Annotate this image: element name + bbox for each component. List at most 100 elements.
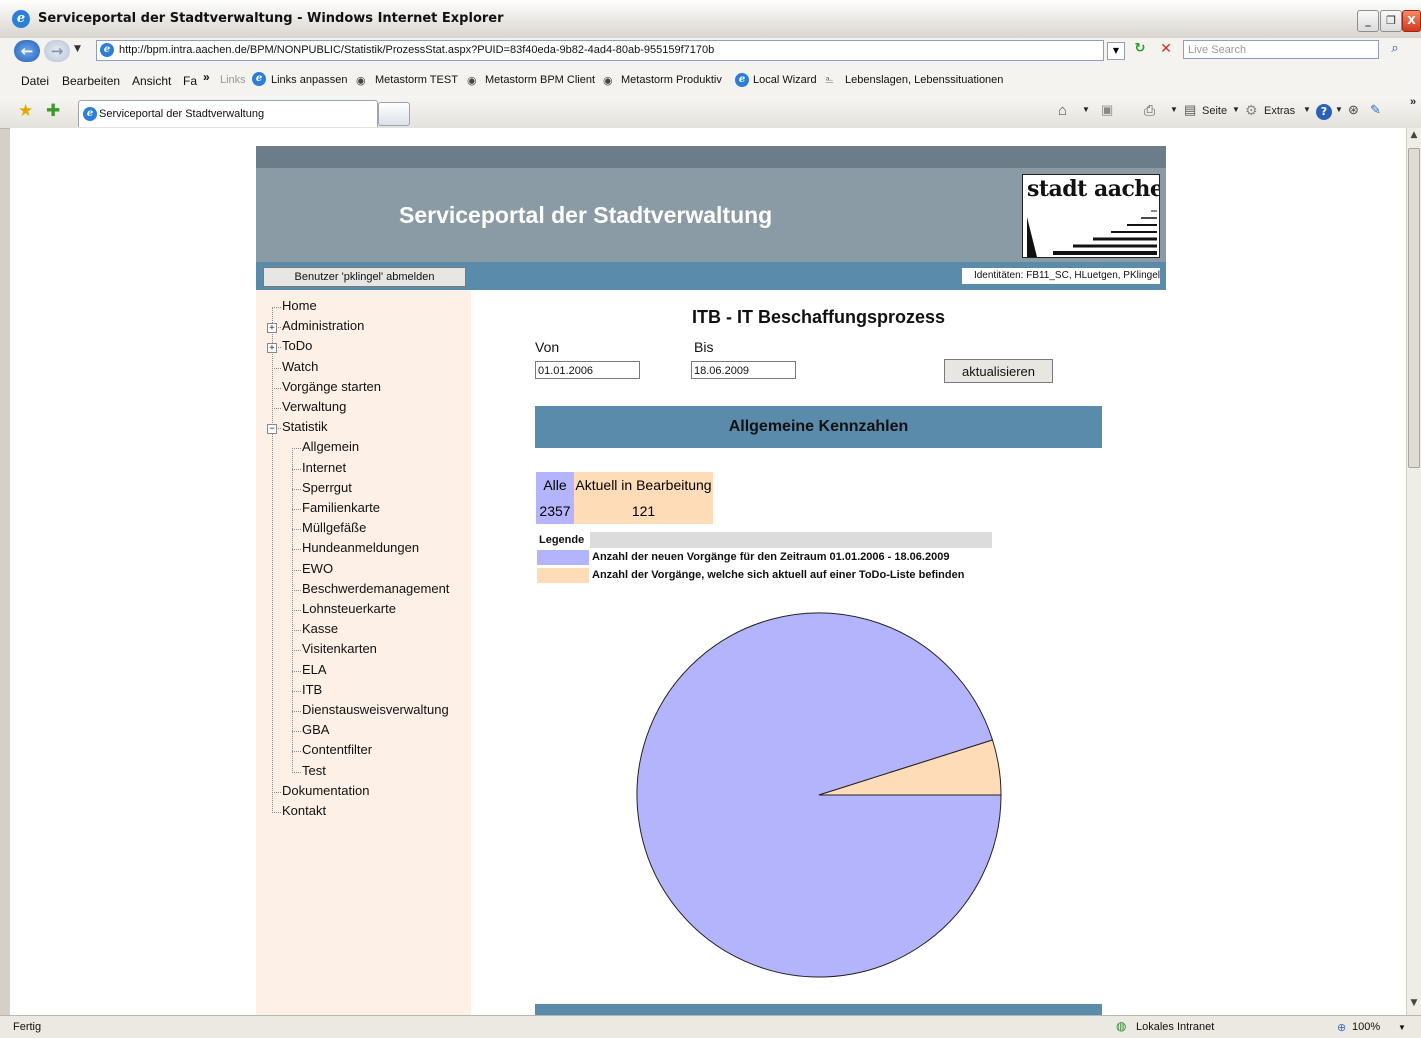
close-button[interactable]: X	[1402, 10, 1421, 32]
browser-viewport: Serviceportal der Stadtverwaltung stadt …	[10, 128, 1406, 1015]
nav-subitem-beschwerdemanagement[interactable]: Beschwerdemanagement	[292, 581, 449, 596]
nav-subitem-sperrgut[interactable]: Sperrgut	[292, 479, 352, 495]
nav-subitem-itb[interactable]: ITB	[292, 682, 322, 697]
print-icon[interactable]: ⎙	[1144, 102, 1155, 119]
address-field[interactable]: e http://bpm.intra.aachen.de/BPM/NONPUBL…	[96, 40, 1104, 61]
scroll-down-icon[interactable]: ▼	[1408, 998, 1420, 1012]
forward-button[interactable]: →	[44, 40, 70, 62]
nav-subitem-ela[interactable]: ELA	[292, 662, 327, 677]
nav-item-administration[interactable]: + Administration	[267, 318, 364, 334]
collapse-icon[interactable]: −	[267, 424, 277, 435]
feeds-icon[interactable]: ▣	[1101, 102, 1113, 118]
legend-header: Legende	[536, 532, 992, 548]
metastorm-icon: ◉	[467, 74, 477, 87]
nav-subitem-kasse[interactable]: Kasse	[292, 621, 338, 636]
tree-connector	[292, 488, 301, 490]
tree-connector	[292, 711, 301, 712]
vertical-scrollbar[interactable]: ▲ ▼	[1406, 128, 1421, 1015]
nav-label: Verwaltung	[282, 399, 347, 414]
nav-subitem-hundeanmeldungen[interactable]: Hundeanmeldungen	[292, 540, 419, 555]
tab-toolbar: ★ ✚ e Serviceportal der Stadtverwaltung …	[0, 96, 1421, 129]
link-metastorm-produktiv[interactable]: Metastorm Produktiv	[621, 74, 722, 86]
tools-dropdown-icon[interactable]: ▼	[1303, 105, 1311, 114]
nav-subitem-m-llgef-e[interactable]: Müllgefäße	[292, 520, 366, 535]
nav-subitem-contentfilter[interactable]: Contentfilter	[292, 742, 372, 757]
to-date-input[interactable]: 18.06.2009	[691, 361, 796, 379]
refresh-button[interactable]: aktualisieren	[944, 359, 1053, 383]
help-dropdown-icon[interactable]: ▼	[1335, 105, 1343, 114]
link-page-icon: e	[735, 73, 749, 87]
research-icon[interactable]: ⊛	[1348, 102, 1359, 118]
scroll-thumb[interactable]	[1408, 148, 1420, 468]
maximize-button[interactable]: ❐	[1380, 10, 1402, 32]
nav-subitem-allgemein[interactable]: Allgemein	[292, 439, 359, 454]
zoom-level[interactable]: 100%	[1352, 1021, 1380, 1033]
nav-item-kontakt[interactable]: Kontakt	[272, 803, 326, 818]
nav-subitem-lohnsteuerkarte[interactable]: Lohnsteuerkarte	[292, 601, 396, 616]
new-tab-button[interactable]	[378, 102, 410, 126]
zoom-dropdown-icon[interactable]: ▼	[1398, 1023, 1406, 1032]
nav-item-statistik[interactable]: − Statistik	[267, 419, 328, 435]
link-metastorm-test[interactable]: Metastorm TEST	[375, 74, 458, 86]
stop-icon[interactable]: ✕	[1156, 41, 1176, 59]
tree-connector	[292, 549, 301, 551]
nav-subitem-ewo[interactable]: EWO	[292, 561, 333, 576]
nav-item-home[interactable]: Home	[272, 298, 317, 313]
tree-connector	[292, 771, 301, 773]
address-dropdown-icon[interactable]: ▼	[1107, 42, 1125, 60]
nav-item-vorg-nge-starten[interactable]: Vorgänge starten	[272, 379, 381, 394]
nav-label: Test	[302, 762, 326, 778]
minimize-button[interactable]: _	[1357, 10, 1379, 32]
expand-icon[interactable]: +	[267, 323, 277, 334]
toolbar-more-chevron[interactable]: »	[1410, 96, 1416, 108]
nav-subitem-visitenkarten[interactable]: Visitenkarten	[292, 641, 377, 656]
blog-icon[interactable]: ✎	[1370, 102, 1381, 118]
page-menu[interactable]: Seite	[1202, 105, 1227, 117]
nav-item-dokumentation[interactable]: Dokumentation	[272, 783, 369, 798]
menu-datei[interactable]: Datei	[21, 74, 49, 88]
nav-item-watch[interactable]: Watch	[272, 359, 318, 374]
menu-bearbeiten[interactable]: Bearbeiten	[62, 74, 120, 88]
home-icon[interactable]: ⌂	[1058, 102, 1067, 119]
link-links-anpassen[interactable]: Links anpassen	[271, 74, 347, 86]
link-page-icon: e	[252, 72, 266, 86]
page-dropdown-icon[interactable]: ▼	[1232, 105, 1240, 114]
tab-serviceportal[interactable]: e Serviceportal der Stadtverwaltung	[78, 100, 378, 127]
menu-more-chevron[interactable]: »	[203, 70, 210, 84]
nav-subitem-gba[interactable]: GBA	[292, 722, 329, 737]
help-icon[interactable]: ?	[1316, 104, 1332, 120]
nav-label: Home	[282, 298, 317, 313]
nav-subitem-test[interactable]: Test	[292, 762, 326, 778]
page-menu-icon: ▤	[1184, 102, 1197, 117]
nav-subitem-familienkarte[interactable]: Familienkarte	[292, 500, 380, 515]
print-dropdown-icon[interactable]: ▼	[1170, 105, 1178, 114]
nav-subitem-internet[interactable]: Internet	[292, 460, 346, 475]
nav-subitem-dienstausweisverwaltung[interactable]: Dienstausweisverwaltung	[292, 702, 449, 717]
expand-icon[interactable]: +	[267, 343, 277, 354]
link-local-wizard[interactable]: Local Wizard	[753, 74, 817, 86]
tools-menu[interactable]: Extras	[1264, 105, 1295, 117]
add-favorite-icon[interactable]: ✚	[46, 101, 60, 121]
history-dropdown-icon[interactable]: ▼	[74, 44, 81, 54]
link-metastorm-bpm-client[interactable]: Metastorm BPM Client	[485, 74, 595, 86]
intranet-zone-icon: ◍	[1116, 1019, 1127, 1033]
tree-connector	[292, 589, 301, 591]
link-lebenslagen[interactable]: Lebenslagen, Lebenssituationen	[845, 74, 1003, 86]
refresh-icon[interactable]: ↻	[1130, 41, 1150, 59]
menu-ansicht[interactable]: Ansicht	[132, 74, 171, 88]
scroll-up-icon[interactable]: ▲	[1408, 130, 1420, 144]
home-dropdown-icon[interactable]: ▼	[1082, 105, 1090, 114]
nav-item-todo[interactable]: + ToDo	[267, 338, 312, 354]
from-date-input[interactable]: 01.01.2006	[535, 361, 640, 379]
logout-button[interactable]: Benutzer 'pklingel' abmelden	[263, 267, 466, 287]
tree-connector	[292, 610, 301, 611]
tree-connector	[292, 690, 301, 692]
back-button[interactable]: ←	[14, 40, 40, 62]
nav-label: Sperrgut	[302, 479, 352, 495]
identities-label: Identitäten: FB11_SC, HLuetgen, PKlingel	[962, 268, 1160, 284]
search-icon[interactable]: ⌕	[1385, 41, 1405, 59]
menu-favoriten[interactable]: Fa	[183, 74, 197, 88]
favorites-star-icon[interactable]: ★	[18, 101, 33, 121]
nav-item-verwaltung[interactable]: Verwaltung	[272, 399, 347, 414]
live-search-input[interactable]: Live Search	[1183, 40, 1379, 59]
